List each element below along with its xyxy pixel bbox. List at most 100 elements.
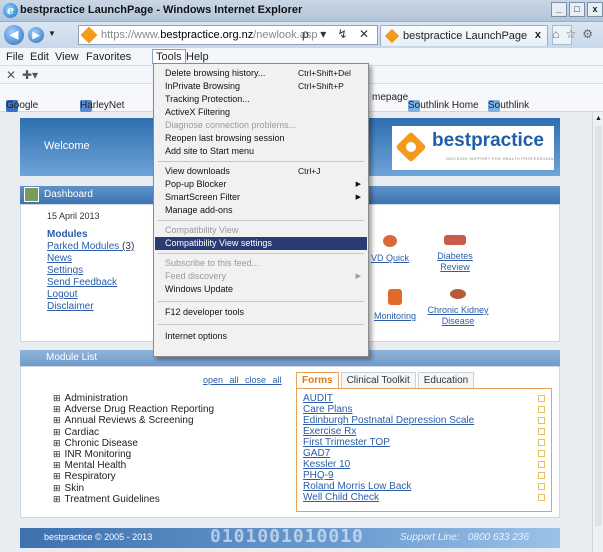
submenu-arrow-icon: ▶ (355, 273, 361, 280)
form-link[interactable]: Care Plans (303, 404, 352, 415)
form-checkbox[interactable] (538, 406, 545, 413)
site-favicon-icon (80, 26, 98, 44)
tile-cvd-quick[interactable]: VD Quick (365, 235, 415, 264)
tab-education[interactable]: Education (417, 372, 475, 388)
nav-modules[interactable]: Modules (47, 229, 134, 241)
nav-logout[interactable]: Logout (47, 289, 134, 301)
close-tab-button[interactable]: x (535, 29, 541, 41)
scrollbar-thumb[interactable] (595, 126, 602, 526)
menu-view[interactable]: View (55, 51, 79, 63)
nav-disclaimer[interactable]: Disclaimer (47, 301, 134, 313)
menu-item-activex-filtering[interactable]: ActiveX Filtering (155, 106, 367, 119)
form-checkbox[interactable] (538, 417, 545, 424)
form-checkbox[interactable] (538, 472, 545, 479)
module-item[interactable]: Skin (53, 483, 214, 494)
form-checkbox[interactable] (538, 439, 545, 446)
form-checkbox[interactable] (538, 395, 545, 402)
form-link[interactable]: Well Child Check (303, 492, 379, 503)
menu-item-f12-developer-tools[interactable]: F12 developer tools (155, 306, 367, 319)
address-url[interactable]: https://www.bestpractice.org.nz/newlook.… (101, 29, 317, 41)
tab-forms[interactable]: Forms (296, 372, 339, 388)
window-title: bestpractice LaunchPage - Windows Intern… (20, 4, 303, 16)
tab-label: bestpractice LaunchPage (403, 30, 528, 42)
menu-file[interactable]: File (6, 51, 24, 63)
browser-tab[interactable]: bestpractice LaunchPage x (380, 25, 548, 46)
menu-favorites[interactable]: Favorites (86, 51, 131, 63)
nav-news[interactable]: News (47, 253, 134, 265)
tile-diabetes-review[interactable]: Diabetes Review (425, 235, 485, 273)
module-item[interactable]: Annual Reviews & Screening (53, 415, 214, 426)
favorites-item-homepage[interactable]: mepage (372, 92, 408, 103)
module-item[interactable]: Administration (53, 393, 214, 404)
menu-item-compatibility-view-settings[interactable]: Compatibility View settings (155, 237, 367, 250)
menu-help[interactable]: Help (186, 51, 209, 63)
form-checkbox[interactable] (538, 428, 545, 435)
menu-item-internet-options[interactable]: Internet options (155, 330, 367, 343)
menu-item-view-downloads[interactable]: View downloads Ctrl+J (155, 165, 367, 178)
close-icon[interactable]: ✕ (6, 68, 16, 82)
menu-item-inprivate-browsing[interactable]: InPrivate Browsing Ctrl+Shift+P (155, 80, 367, 93)
nav-send-feedback[interactable]: Send Feedback (47, 277, 134, 289)
form-checkbox[interactable] (538, 461, 545, 468)
form-checkbox[interactable] (538, 450, 545, 457)
home-star-gear-icons[interactable]: ⌂☆⚙ (552, 27, 599, 41)
module-item[interactable]: Adverse Drug Reaction Reporting (53, 404, 215, 415)
monitoring-icon (388, 289, 402, 305)
module-item[interactable]: Chronic Disease (53, 438, 214, 449)
add-favorite-icon[interactable]: ✚▾ (22, 68, 38, 82)
nav-parked-modules[interactable]: Parked Modules (3) (47, 241, 134, 253)
bestpractice-logo: bestpractice DECISION SUPPORT FOR HEALTH… (392, 126, 559, 170)
vertical-scrollbar[interactable]: ▲ (592, 112, 603, 552)
page-footer: bestpractice © 2005 - 2013 0101001010010… (20, 528, 560, 548)
module-item[interactable]: Treatment Guidelines (53, 494, 214, 505)
menu-item-smartscreen-filter[interactable]: SmartScreen Filter ▶ (155, 191, 367, 204)
form-link[interactable]: GAD7 (303, 448, 330, 459)
module-item[interactable]: Respiratory (53, 471, 214, 482)
nav-settings[interactable]: Settings (47, 265, 134, 277)
menu-tools[interactable]: Tools (152, 49, 186, 64)
minimize-button[interactable]: _ (551, 2, 567, 17)
close-all-link[interactable]: close all (245, 375, 282, 385)
form-checkbox[interactable] (538, 494, 545, 501)
module-item[interactable]: Mental Health (53, 460, 214, 471)
support-number: 0800 633 236 (467, 532, 530, 543)
menu-item-add-site-start-menu[interactable]: Add site to Start menu (155, 145, 367, 158)
menu-item-windows-update[interactable]: Windows Update (155, 283, 367, 296)
address-bar[interactable]: https://www.bestpractice.org.nz/newlook.… (78, 25, 378, 45)
scroll-up-icon[interactable]: ▲ (595, 115, 602, 122)
submenu-arrow-icon: ▶ (355, 181, 361, 188)
menu-separator (158, 324, 364, 325)
form-link[interactable]: Kessler 10 (303, 459, 350, 470)
tile-monitoring[interactable]: Monitoring (365, 289, 425, 322)
close-window-button[interactable]: x (587, 2, 603, 17)
menu-item-reopen-session[interactable]: Reopen last browsing session (155, 132, 367, 145)
forward-button[interactable]: ▶ (28, 27, 44, 43)
menu-separator (158, 161, 364, 162)
form-link[interactable]: AUDIT (303, 393, 333, 404)
forms-list: AUDIT Care Plans Edinburgh Postnatal Dep… (296, 388, 552, 512)
menu-edit[interactable]: Edit (30, 51, 49, 63)
form-link[interactable]: First Trimester TOP (303, 437, 390, 448)
form-link[interactable]: Roland Morris Low Back (303, 481, 411, 492)
module-item[interactable]: Cardiac (53, 427, 214, 438)
module-tree: Administration Adverse Drug Reaction Rep… (53, 393, 215, 505)
maximize-button[interactable]: □ (569, 2, 585, 17)
menu-item-manage-addons[interactable]: Manage add-ons (155, 204, 367, 217)
recent-pages-dropdown-icon[interactable]: ▼ (48, 29, 56, 38)
tile-chronic-kidney-disease[interactable]: Chronic Kidney Disease (425, 289, 491, 327)
form-checkbox[interactable] (538, 483, 545, 490)
tools-menu: Delete browsing history... Ctrl+Shift+Del… (153, 63, 369, 357)
open-all-link[interactable]: open all (203, 375, 239, 385)
form-link[interactable]: Edinburgh Postnatal Depression Scale (303, 415, 474, 426)
tab-clinical-toolkit[interactable]: Clinical Toolkit (340, 372, 416, 388)
menu-item-delete-browsing-history[interactable]: Delete browsing history... Ctrl+Shift+Del (155, 67, 367, 80)
menu-item-tracking-protection[interactable]: Tracking Protection... (155, 93, 367, 106)
back-button[interactable]: ◀ (4, 25, 24, 45)
form-link[interactable]: Exercise Rx (303, 426, 356, 437)
menu-item-popup-blocker[interactable]: Pop-up Blocker ▶ (155, 178, 367, 191)
dashboard-date: 15 April 2013 (47, 211, 100, 221)
address-controls[interactable]: ρ ▾ ↯ ✕ (302, 27, 373, 41)
module-item[interactable]: INR Monitoring (53, 449, 214, 460)
window-controls: _ □ x (551, 2, 603, 17)
form-link[interactable]: PHQ-9 (303, 470, 334, 481)
